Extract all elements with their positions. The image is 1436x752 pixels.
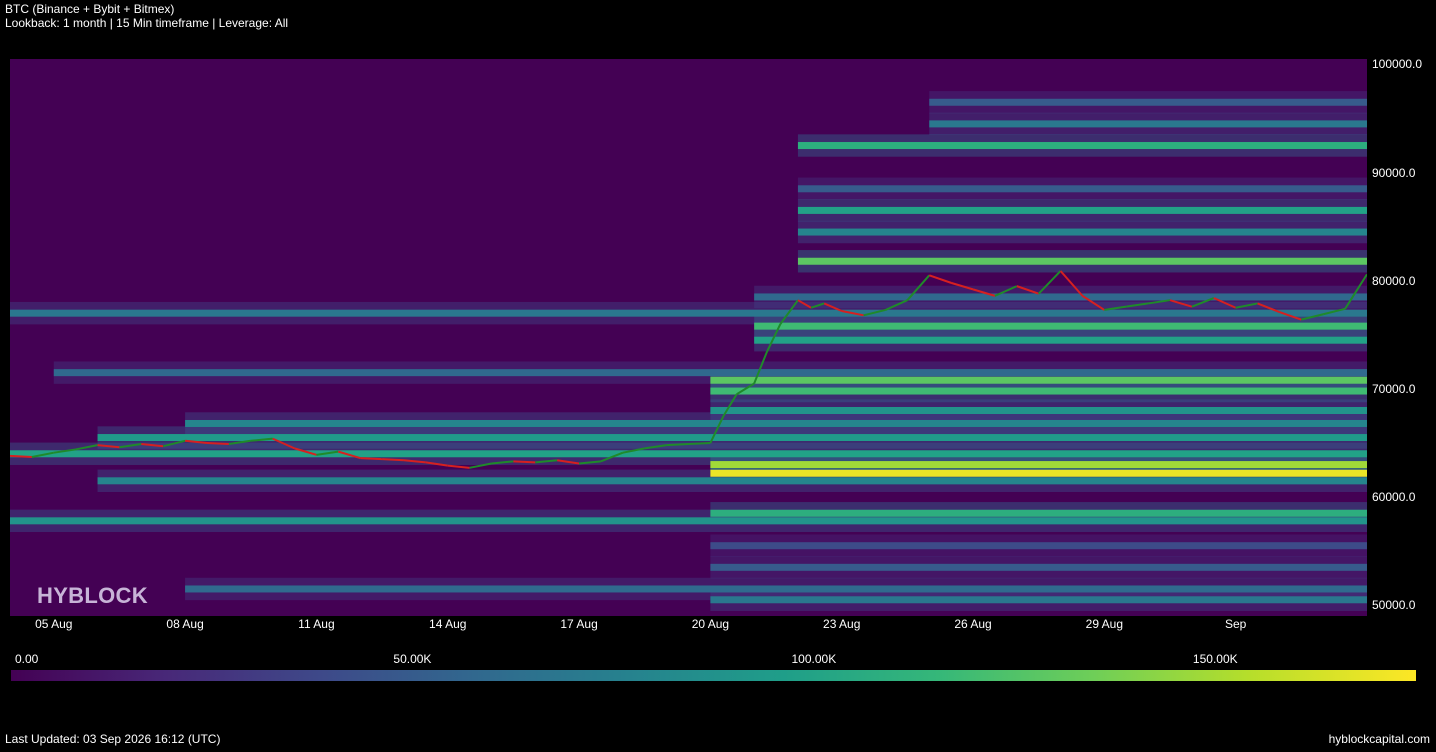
liquidation-band xyxy=(185,585,1367,593)
liquidation-band xyxy=(710,509,1367,517)
price-line-segment xyxy=(447,464,470,469)
price-line-segment xyxy=(928,274,952,284)
x-tick-label: 23 Aug xyxy=(823,617,861,631)
liquidation-band xyxy=(10,309,1367,317)
liquidation-band xyxy=(754,293,1367,301)
liquidation-band xyxy=(797,206,1367,214)
liquidation-band xyxy=(929,98,1367,106)
x-tick-label: 20 Aug xyxy=(691,617,730,631)
liquidation-band xyxy=(185,419,1367,427)
last-updated-label: Last Updated: 03 Sep 2026 16:12 (UTC) xyxy=(5,732,221,746)
x-tick-label: Sep xyxy=(1224,617,1247,631)
liquidation-band xyxy=(710,461,1367,469)
hyblock-watermark-logo: HYBLOCK xyxy=(37,583,148,608)
price-line-segment xyxy=(10,454,32,459)
liquidation-band xyxy=(710,596,1367,604)
x-tick-label: 26 Aug xyxy=(954,617,992,631)
chart-subtitle: Lookback: 1 month | 15 Min timeframe | L… xyxy=(5,16,289,30)
site-link[interactable]: hyblockcapital.com xyxy=(1329,732,1430,746)
price-line-segment xyxy=(688,441,711,446)
y-tick-label: 50000.0 xyxy=(1372,598,1416,613)
liquidation-band xyxy=(710,542,1367,550)
liquidation-band xyxy=(797,185,1367,193)
liquidation-band xyxy=(797,257,1367,265)
x-tick-label: 05 Aug xyxy=(35,617,73,631)
x-tick-label: 17 Aug xyxy=(560,617,598,631)
colorbar xyxy=(11,670,1416,681)
y-tick-label: 90000.0 xyxy=(1372,165,1416,180)
y-tick-label: 100000.0 xyxy=(1372,57,1423,72)
liquidation-band xyxy=(97,434,1367,442)
y-tick-label: 80000.0 xyxy=(1372,273,1416,288)
liquidation-band xyxy=(754,336,1367,344)
liquidation-band xyxy=(10,450,1367,458)
price-line-segment xyxy=(666,443,689,447)
x-tick-label: 14 Aug xyxy=(429,617,467,631)
price-line-segment xyxy=(513,460,536,464)
colorbar-tick-label: 50.00K xyxy=(393,652,432,666)
price-line-segment xyxy=(206,441,229,446)
liquidation-band xyxy=(754,322,1367,330)
price-line-segment xyxy=(382,458,405,462)
heatmap-canvas xyxy=(10,91,1367,611)
liquidation-band xyxy=(710,376,1367,384)
x-tick-label: 08 Aug xyxy=(166,617,204,631)
colorbar-tick-label: 100.00K xyxy=(791,652,837,666)
liquidation-band xyxy=(929,120,1367,128)
liquidation-band xyxy=(710,407,1367,415)
price-line-segment xyxy=(360,457,383,461)
y-tick-label: 70000.0 xyxy=(1372,381,1416,396)
liquidation-band xyxy=(97,477,1367,485)
liquidation-band xyxy=(710,469,1367,477)
x-tick-label: 29 Aug xyxy=(1085,617,1124,631)
liquidation-band xyxy=(797,228,1367,236)
liquidation-band xyxy=(710,563,1367,571)
liquidation-band xyxy=(710,387,1367,395)
y-tick-label: 60000.0 xyxy=(1372,490,1416,505)
heatmap-plot-area[interactable] xyxy=(10,59,1367,616)
liquidation-band xyxy=(53,369,1367,377)
liquidation-band xyxy=(797,142,1367,150)
x-tick-label: 11 Aug xyxy=(298,617,335,631)
colorbar-tick-label: 0.00 xyxy=(15,652,39,666)
chart-title: BTC (Binance + Bybit + Bitmex) xyxy=(5,2,175,16)
liquidation-band xyxy=(10,517,1367,525)
colorbar-tick-label: 150.00K xyxy=(1192,652,1238,666)
